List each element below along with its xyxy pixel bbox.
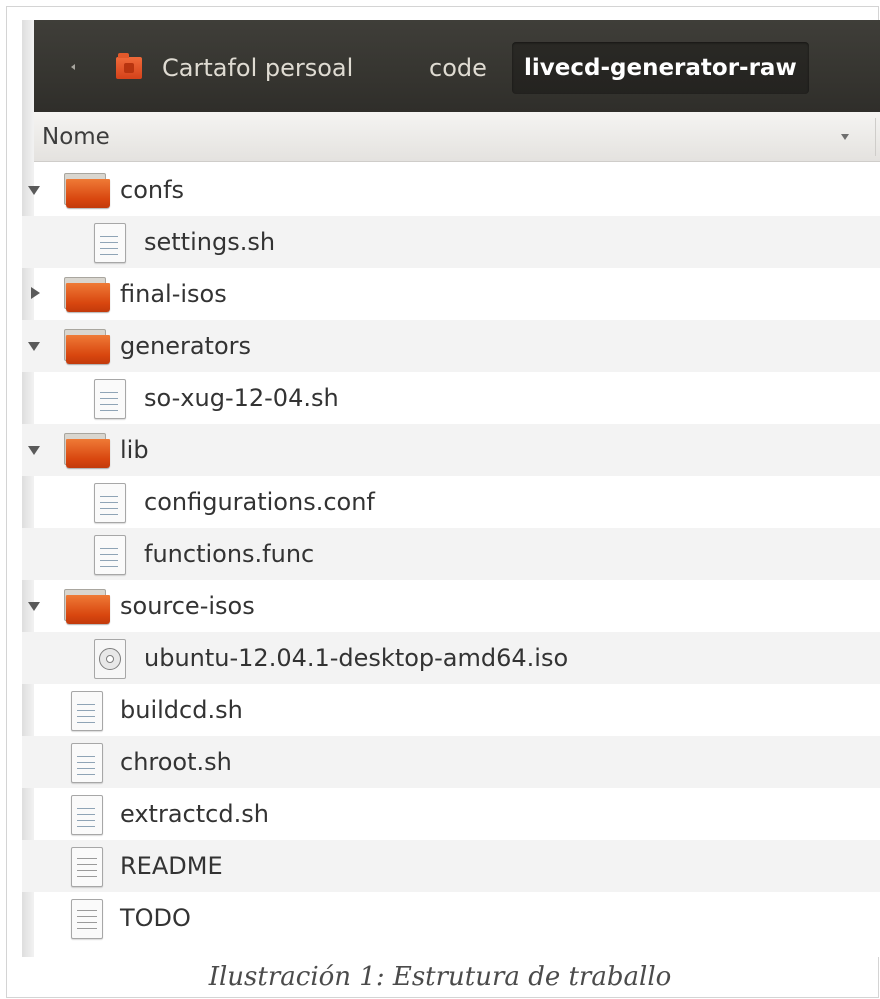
text-file-icon <box>71 847 103 887</box>
item-name: README <box>120 852 223 880</box>
script-file-icon <box>94 223 126 263</box>
item-name: final-isos <box>120 280 227 308</box>
expander-open-icon[interactable] <box>28 186 40 195</box>
list-item-folder[interactable]: lib <box>22 424 880 476</box>
item-name: source-isos <box>120 592 255 620</box>
item-name: configurations.conf <box>144 488 375 516</box>
script-file-icon <box>71 691 103 731</box>
item-name: extractcd.sh <box>120 800 269 828</box>
item-name: confs <box>120 176 185 204</box>
item-name: chroot.sh <box>120 748 232 776</box>
item-name: generators <box>120 332 252 360</box>
column-name-label: Nome <box>42 124 110 150</box>
list-item-file[interactable]: extractcd.sh <box>22 788 880 840</box>
scroll-left-arrow-icon[interactable] <box>71 64 75 70</box>
script-file-icon <box>94 535 126 575</box>
expander-open-icon[interactable] <box>28 342 40 351</box>
item-name: TODO <box>120 904 191 932</box>
home-folder-icon <box>116 53 142 79</box>
list-item-folder[interactable]: confs <box>22 164 880 216</box>
list-item-file[interactable]: settings.sh <box>22 216 880 268</box>
file-list: confs settings.sh final-isos generators … <box>22 164 880 944</box>
path-bar: Cartafol persoal code livecd-generator-r… <box>34 20 880 112</box>
item-name: so-xug-12-04.sh <box>144 384 339 412</box>
item-name: buildcd.sh <box>120 696 243 724</box>
column-header[interactable]: Nome <box>34 112 880 162</box>
item-name: lib <box>120 436 149 464</box>
breadcrumb-home[interactable]: Cartafol persoal <box>116 42 353 94</box>
expander-open-icon[interactable] <box>28 602 40 611</box>
figure-caption: Ilustración 1: Estrutura de traballo <box>208 962 672 992</box>
folder-icon <box>64 589 110 625</box>
folder-icon <box>64 329 110 365</box>
script-file-icon <box>94 379 126 419</box>
sort-down-icon[interactable] <box>841 134 849 140</box>
script-file-icon <box>71 795 103 835</box>
text-file-icon <box>71 899 103 939</box>
breadcrumb-home-label: Cartafol persoal <box>162 54 354 82</box>
folder-icon <box>64 277 110 313</box>
list-item-file[interactable]: buildcd.sh <box>22 684 880 736</box>
expander-open-icon[interactable] <box>28 446 40 455</box>
file-manager-window: Cartafol persoal code livecd-generator-r… <box>22 20 880 957</box>
item-name: functions.func <box>144 540 315 568</box>
item-name: settings.sh <box>144 228 276 256</box>
list-item-folder[interactable]: generators <box>22 320 880 372</box>
list-item-file[interactable]: configurations.conf <box>22 476 880 528</box>
list-item-file[interactable]: TODO <box>22 892 880 944</box>
list-item-file[interactable]: README <box>22 840 880 892</box>
list-item-file[interactable]: so-xug-12-04.sh <box>22 372 880 424</box>
list-item-file[interactable]: functions.func <box>22 528 880 580</box>
folder-icon <box>64 173 110 209</box>
item-name: ubuntu-12.04.1-desktop-amd64.iso <box>144 644 569 672</box>
list-item-folder[interactable]: source-isos <box>22 580 880 632</box>
expander-closed-icon[interactable] <box>31 287 40 299</box>
disc-image-icon <box>94 639 126 679</box>
list-item-file[interactable]: ubuntu-12.04.1-desktop-amd64.iso <box>22 632 880 684</box>
breadcrumb-code[interactable]: code <box>429 42 487 94</box>
column-separator <box>875 118 876 156</box>
breadcrumb-current[interactable]: livecd-generator-raw <box>512 42 809 94</box>
script-file-icon <box>94 483 126 523</box>
script-file-icon <box>71 743 103 783</box>
folder-icon <box>64 433 110 469</box>
list-item-file[interactable]: chroot.sh <box>22 736 880 788</box>
list-item-folder[interactable]: final-isos <box>22 268 880 320</box>
